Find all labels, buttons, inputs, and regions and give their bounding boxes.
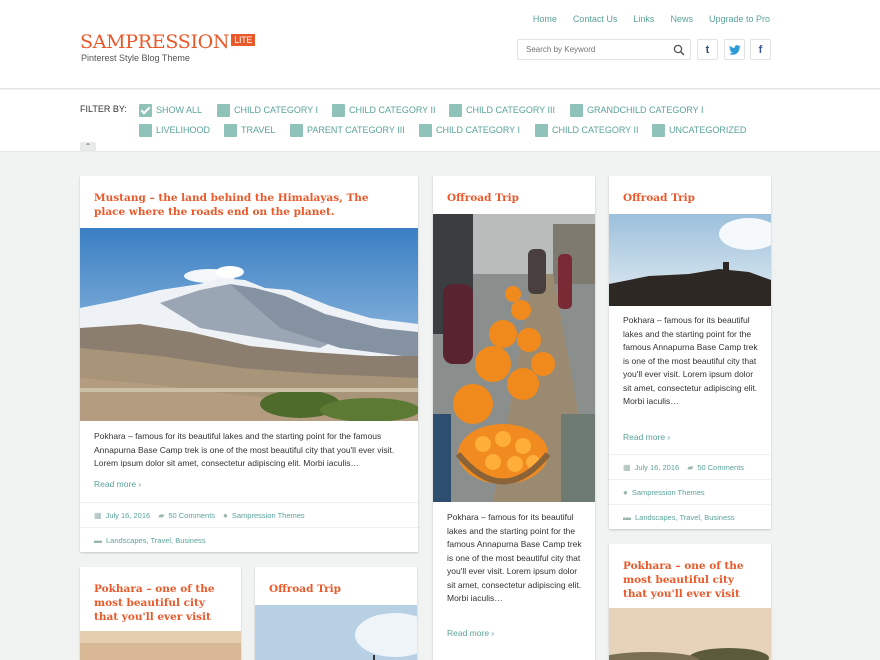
post-title[interactable]: Mustang – the land behind the Himalayas,… [80,191,410,219]
post-meta: ▦ July 16, 2016 ▰ 50 Comments ● Sampress… [80,502,418,527]
filter-child-category-ii-2[interactable]: CHILD CATEGORY II [535,123,639,137]
search-box [517,39,691,60]
logo-text[interactable]: SAMPRESSION [80,31,230,53]
post-card: Offroad Trip [255,567,417,660]
filter-livelihood[interactable]: LIVELIHOOD [139,123,210,137]
user-icon: ● [623,487,628,497]
read-more-link[interactable]: Read more › [447,628,494,638]
twitter-icon[interactable] [724,39,745,60]
calendar-icon: ▦ [623,462,631,472]
search-icon[interactable] [673,44,685,56]
filter-item-label: CHILD CATEGORY II [552,125,639,135]
post-image-pokhara[interactable] [80,631,241,660]
post-card: Pokhara – one of the most beautiful city… [609,544,771,660]
post-image-market[interactable] [433,214,595,502]
checkbox[interactable] [419,123,432,137]
post-date[interactable]: July 16, 2016 [106,511,151,520]
post-title[interactable]: Pokhara – one of the most beautiful city… [80,582,230,624]
site-header: SAMPRESSION LITE Pinterest Style Blog The… [0,0,880,89]
read-more-link[interactable]: Read more › [94,479,141,489]
post-author[interactable]: Sampression Themes [632,488,705,497]
post-excerpt: Pokhara – famous for its beautiful lakes… [94,431,395,468]
post-image-pokhara[interactable] [609,608,771,660]
filter-show-all[interactable]: SHOW ALL [139,103,202,117]
filter-child-category-i[interactable]: CHILD CATEGORY I [217,103,318,117]
post-comments[interactable]: 50 Comments [168,511,215,520]
filter-item-label: PARENT CATEGORY III [307,125,405,135]
nav-links[interactable]: Links [633,14,654,24]
post-image-hill[interactable] [609,214,771,306]
site-tagline: Pinterest Style Blog Theme [81,53,190,63]
post-author[interactable]: Sampression Themes [232,511,305,520]
post-image-hill[interactable] [255,605,417,660]
post-categories-links[interactable]: Landscapes, Travel, Business [635,513,735,522]
post-meta-author: ● Sampression Themes [609,479,771,504]
folder-icon: ▬ [623,512,631,522]
post-categories: ▬ Landscapes, Travel, Business [609,504,771,529]
post-categories-links[interactable]: Landscapes, Travel, Business [106,536,206,545]
checkbox[interactable] [570,103,583,117]
post-image-mountains[interactable] [80,228,418,421]
nav-contact-us[interactable]: Contact Us [573,14,618,24]
read-more-link[interactable]: Read more › [623,432,670,442]
calendar-icon: ▦ [94,510,102,520]
post-card: Offroad Trip Pokhara – famous for its be… [433,176,595,660]
site-logo[interactable]: SAMPRESSION LITE [80,31,256,53]
filter-child-category-iii[interactable]: CHILD CATEGORY III [449,103,555,117]
post-title[interactable]: Offroad Trip [433,191,533,205]
checkbox[interactable] [535,123,548,137]
post-comments[interactable]: 50 Comments [697,463,744,472]
post-card: Pokhara – one of the most beautiful city… [80,567,241,660]
category-filter-bar: FILTER BY: SHOW ALL CHILD CATEGORY I CHI… [0,90,880,152]
post-excerpt: Pokhara – famous for its beautiful lakes… [623,315,758,406]
post-title[interactable]: Offroad Trip [255,582,355,596]
facebook-icon[interactable]: f [750,39,771,60]
comment-icon: ▰ [158,510,165,520]
search-input[interactable] [518,40,663,59]
checkbox[interactable] [217,103,230,117]
nav-news[interactable]: News [670,14,693,24]
filter-grandchild-category-i[interactable]: GRANDCHILD CATEGORY I [570,103,704,117]
lite-badge: LITE [231,34,256,46]
filter-item-label: TRAVEL [241,125,276,135]
filter-child-category-ii[interactable]: CHILD CATEGORY II [332,103,436,117]
comment-icon: ▰ [687,462,694,472]
filter-travel[interactable]: TRAVEL [224,123,275,137]
checkbox[interactable] [224,123,237,137]
nav-upgrade-to-pro[interactable]: Upgrade to Pro [709,14,770,24]
top-navigation: Home Contact Us Links News Upgrade to Pr… [533,14,770,24]
checkbox[interactable] [139,123,152,137]
post-categories: ▬ Landscapes, Travel, Business [80,527,418,552]
filter-item-label: CHILD CATEGORY II [349,105,436,115]
checkbox[interactable] [449,103,462,117]
filter-item-label: LIVELIHOOD [156,125,211,135]
post-date[interactable]: July 16, 2016 [635,463,680,472]
filter-child-category-i-2[interactable]: CHILD CATEGORY I [419,123,520,137]
filter-item-label: CHILD CATEGORY I [234,105,319,115]
post-card: Mustang – the land behind the Himalayas,… [80,176,418,552]
filter-uncategorized[interactable]: UNCATEGORIZED [652,123,746,137]
filter-item-label: GRANDCHILD CATEGORY I [587,105,704,115]
post-card: Offroad Trip Pokhara – famous for its be… [609,176,771,529]
filter-item-label: SHOW ALL [156,105,203,115]
folder-icon: ▬ [94,535,102,545]
filter-label: FILTER BY: [80,104,127,114]
checkbox[interactable] [290,123,303,137]
post-excerpt: Pokhara – famous for its beautiful lakes… [447,512,582,603]
collapse-filter-button[interactable]: ⌃ [80,142,96,152]
tumblr-icon[interactable]: t [697,39,718,60]
post-title[interactable]: Offroad Trip [609,191,709,205]
checkbox-checked[interactable] [139,103,152,117]
user-icon: ● [223,510,228,520]
checkbox[interactable] [332,103,345,117]
post-meta-date: ▦ July 16, 2016 ▰ 50 Comments [609,454,771,479]
nav-home[interactable]: Home [533,14,557,24]
filter-parent-category-iii[interactable]: PARENT CATEGORY III [290,123,405,137]
filter-item-label: CHILD CATEGORY I [436,125,521,135]
filter-item-label: UNCATEGORIZED [669,125,747,135]
post-title[interactable]: Pokhara – one of the most beautiful city… [609,559,759,601]
checkbox[interactable] [652,123,665,137]
filter-item-label: CHILD CATEGORY III [466,105,556,115]
